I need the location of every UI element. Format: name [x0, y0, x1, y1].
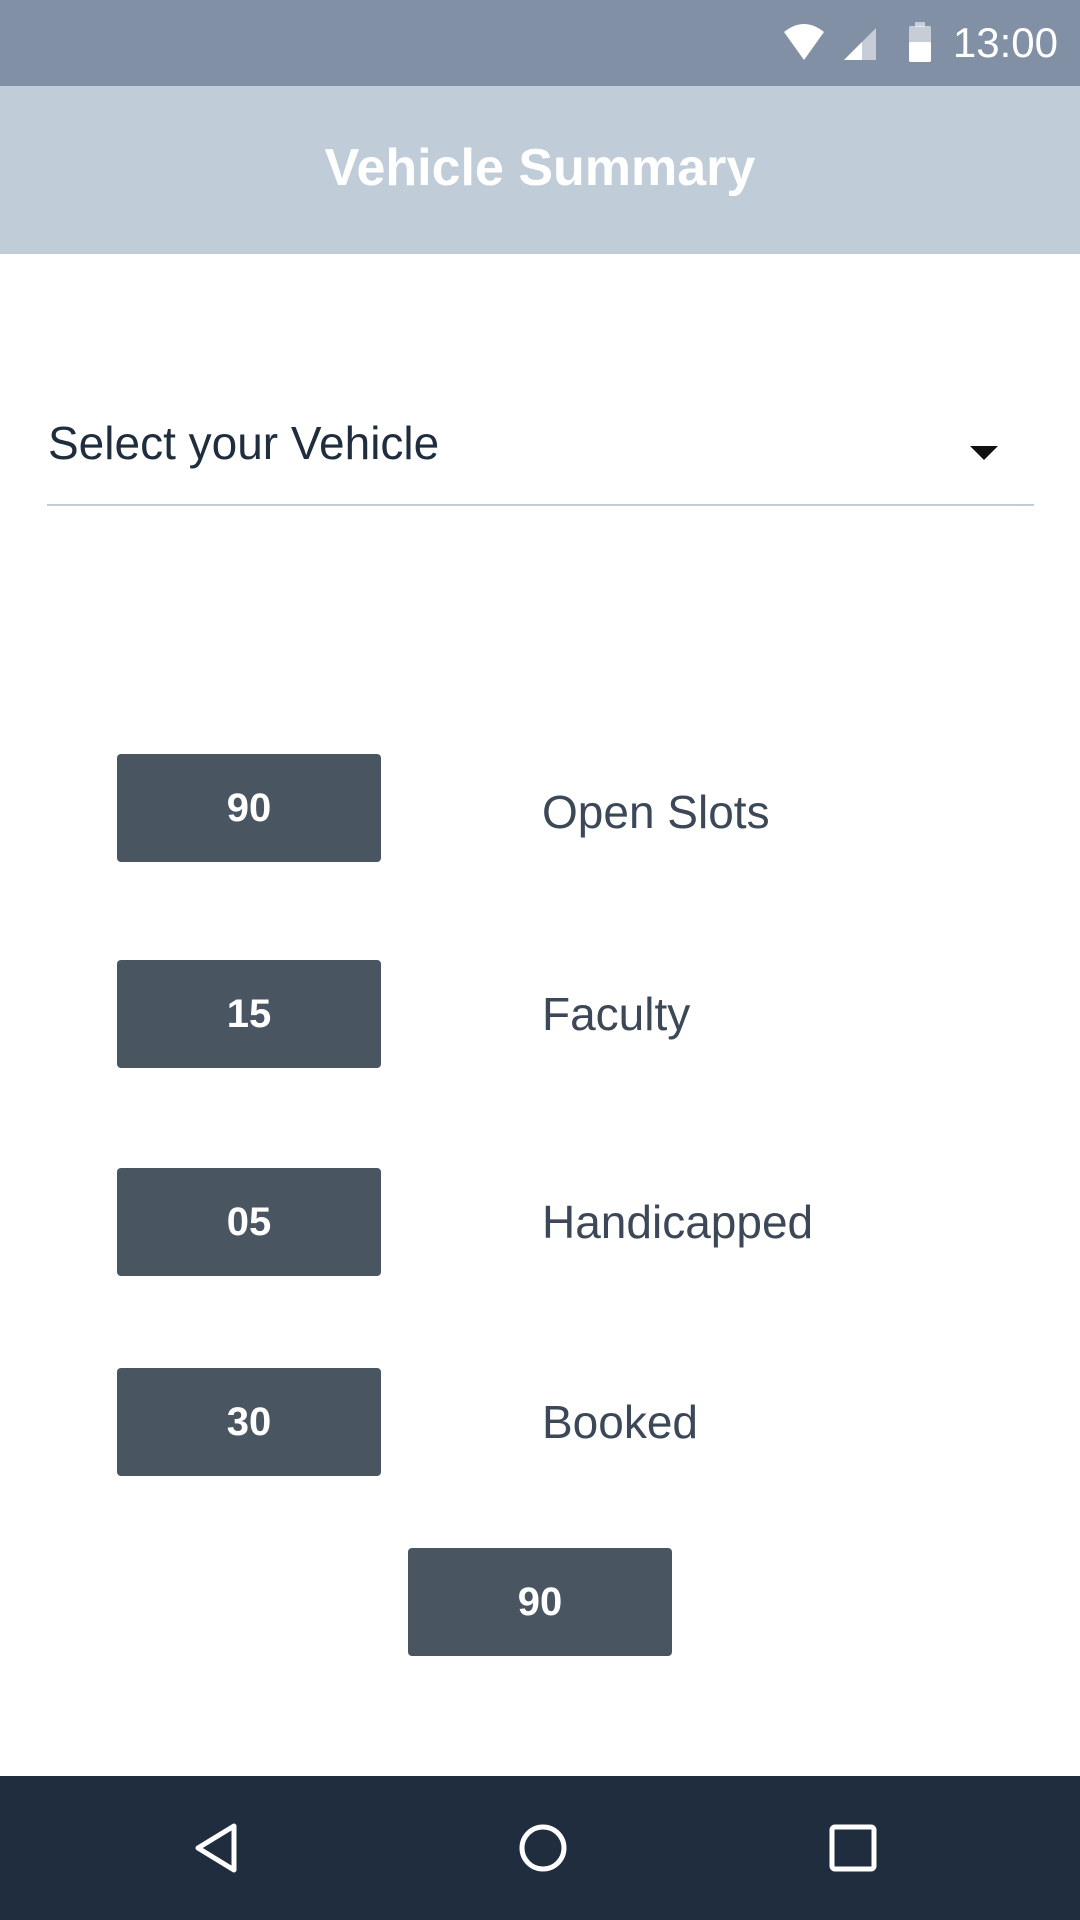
home-button[interactable]: [493, 1798, 593, 1898]
recents-button[interactable]: [803, 1798, 903, 1898]
handicapped-count[interactable]: 05: [117, 1168, 381, 1276]
vehicle-select-dropdown[interactable]: Select your Vehicle: [47, 400, 1034, 506]
status-time: 13:00: [952, 19, 1058, 66]
back-button[interactable]: [168, 1798, 268, 1898]
vehicle-select-placeholder: Select your Vehicle: [48, 417, 440, 469]
faculty-label: Faculty: [542, 988, 691, 1040]
booked-label: Booked: [542, 1396, 699, 1448]
back-icon: [195, 1823, 237, 1873]
handicapped-label: Handicapped: [542, 1196, 814, 1248]
recents-icon: [829, 1824, 877, 1872]
battery-icon: [909, 22, 931, 62]
home-icon: [519, 1824, 567, 1872]
faculty-count[interactable]: 15: [117, 960, 381, 1068]
page-title: Vehicle Summary: [324, 139, 756, 197]
wifi-icon: [784, 24, 824, 60]
total-count-button[interactable]: 90: [408, 1548, 672, 1656]
signal-icon: [844, 28, 876, 60]
caret-down-icon: [970, 446, 998, 460]
status-bar: 13:00: [0, 0, 1080, 86]
app-bar: Vehicle Summary: [0, 86, 1080, 254]
open-slots-count[interactable]: 90: [117, 754, 381, 862]
system-nav-bar: [0, 1776, 1080, 1920]
open-slots-label: Open Slots: [542, 786, 770, 838]
vehicle-summary-screen: 13:00 Vehicle Summary Select your Vehicl…: [0, 0, 1080, 1920]
booked-count[interactable]: 30: [117, 1368, 381, 1476]
